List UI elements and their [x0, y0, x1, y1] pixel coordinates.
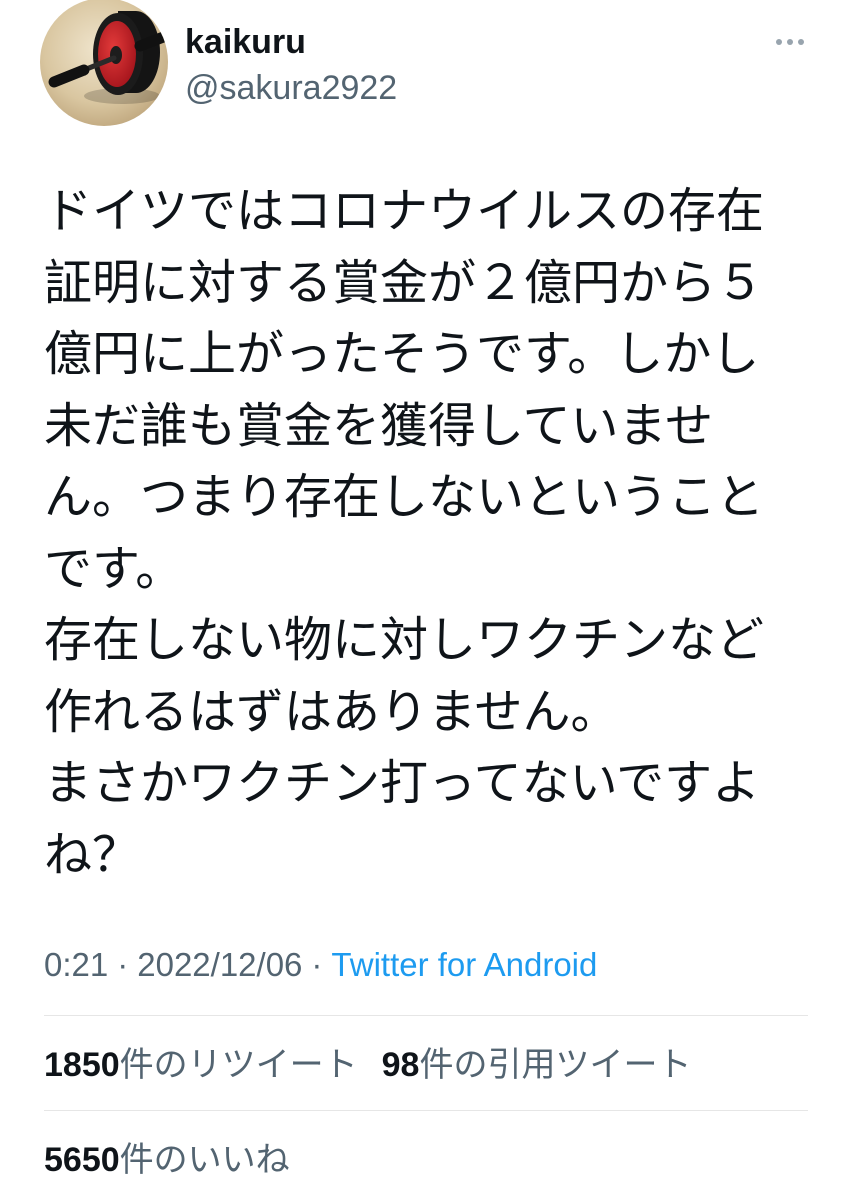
tweet-meta: 0:21 · 2022/12/06 · Twitter for Android [44, 945, 597, 985]
ab-roller-photo [40, 0, 168, 126]
tweet-text-line: ドイツではコロナウイルスの存在 [44, 185, 765, 238]
likes-count: 5650 [44, 1141, 120, 1179]
tweet-text: ドイツではコロナウイルスの存在 証明に対する賞金が２億円から５ 億円に上がったそ… [44, 176, 834, 891]
engagement-stats: 1850件のリツイート 98件の引用ツイート [44, 1044, 691, 1086]
avatar[interactable] [40, 0, 168, 126]
meta-separator: · [117, 946, 129, 983]
tweet-text-line: まさかワクチン打ってないですよ [44, 757, 761, 810]
meta-separator: · [311, 946, 323, 983]
tweet-text-line: 未だ誰も賞金を獲得していませ [44, 399, 714, 453]
retweets-stat[interactable]: 1850件のリツイート [44, 1044, 358, 1086]
tweet-date[interactable]: 2022/12/06 [137, 946, 302, 983]
display-name[interactable]: kaikuru [185, 20, 306, 64]
retweets-count: 1850 [44, 1046, 120, 1084]
more-horizontal-icon [787, 39, 793, 45]
retweets-label: 件のリツイート [119, 1046, 358, 1084]
likes-stat[interactable]: 5650件のいいね [44, 1139, 290, 1181]
divider [44, 1110, 808, 1111]
divider [44, 1015, 808, 1016]
quote-tweets-stat[interactable]: 98件の引用ツイート [382, 1044, 692, 1086]
more-horizontal-icon [798, 39, 804, 45]
tweet-text-line: 証明に対する賞金が２億円から５ [44, 256, 765, 310]
tweet-time[interactable]: 0:21 [44, 946, 108, 983]
tweet-text-line: ね？ [44, 828, 141, 882]
tweet-text-line: 億円に上がったそうです。しかし [44, 328, 760, 381]
more-options-button[interactable] [770, 28, 810, 56]
more-horizontal-icon [776, 39, 782, 45]
quote-tweets-count: 98 [381, 1046, 420, 1084]
likes-stats: 5650件のいいね [44, 1139, 290, 1181]
likes-label: 件のいいね [119, 1141, 290, 1179]
tweet-text-line: です。 [44, 542, 184, 596]
ab-roller-wheel [93, 11, 160, 95]
tweet-text-line: 存在しない物に対しワクチンなど [44, 614, 765, 667]
tweet-source-link[interactable]: Twitter for Android [331, 946, 597, 983]
tweet-text-line: ん。つまり存在しないということ [44, 471, 765, 524]
user-handle[interactable]: @sakura2922 [185, 66, 397, 110]
tweet-text-line: 作れるはずはありません。 [44, 685, 619, 739]
quote-tweets-label: 件の引用ツイート [419, 1046, 692, 1084]
